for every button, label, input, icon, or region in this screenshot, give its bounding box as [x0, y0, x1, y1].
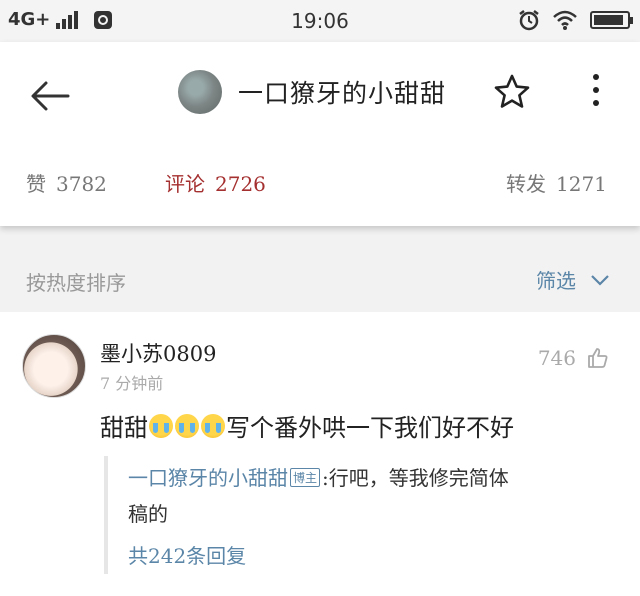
page-title[interactable]: 一口獠牙的小甜甜 [238, 74, 446, 110]
battery-level [594, 15, 623, 25]
filter-label: 筛选 [536, 269, 576, 293]
like-count: 746 [537, 346, 576, 370]
header: 一口獠牙的小甜甜 赞 3782 评论 2726 转发 1271 [0, 42, 640, 226]
back-arrow-icon[interactable] [28, 76, 72, 116]
status-right [518, 9, 633, 31]
battery-icon [590, 11, 633, 29]
chevron-down-icon [591, 274, 609, 286]
comment-body: 甜甜 写个番外哄一下我们好不好 [100, 408, 514, 443]
reply-preview[interactable]: 一口獠牙的小甜甜 博主:行吧，等我修完简体 稿的 共242条回复 [104, 456, 618, 574]
star-icon[interactable] [493, 73, 531, 111]
reply-line-1: 一口獠牙的小甜甜 博主:行吧，等我修完简体 [128, 462, 509, 491]
commenter-avatar[interactable] [22, 334, 86, 398]
stat-likes-label: 赞 [26, 172, 46, 196]
reply-author[interactable]: 一口獠牙的小甜甜 [128, 466, 288, 490]
commenter-name[interactable]: 墨小苏0809 [100, 338, 216, 368]
sort-bar: 按热度排序 筛选 [0, 249, 640, 311]
author-avatar[interactable] [178, 70, 222, 114]
crying-emoji-icon [175, 413, 199, 438]
stat-comments-label: 评论 [165, 172, 205, 196]
crying-emoji-icon [149, 413, 173, 438]
stat-likes[interactable]: 赞 3782 [26, 168, 107, 197]
stat-reposts[interactable]: 转发 1271 [506, 168, 607, 197]
stat-reposts-label: 转发 [506, 172, 546, 196]
wifi-icon [553, 10, 577, 30]
thumbs-up-icon [588, 348, 608, 368]
status-bar: 4G+ 19:06 [0, 0, 640, 42]
blogger-badge: 博主 [290, 468, 321, 487]
title-group[interactable]: 一口獠牙的小甜甜 [178, 70, 446, 114]
stat-likes-count: 3782 [56, 172, 107, 196]
alarm-icon [519, 10, 539, 31]
reply-text-1: :行吧，等我修完简体 [322, 466, 509, 490]
more-options-icon[interactable] [584, 74, 608, 114]
stats-bar: 赞 3782 评论 2726 转发 1271 [0, 168, 640, 202]
reply-count-link[interactable]: 共242条回复 [128, 540, 246, 569]
sort-order-label[interactable]: 按热度排序 [26, 267, 126, 296]
comment-text-before: 甜甜 [100, 414, 148, 442]
comment-time: 7 分钟前 [100, 374, 164, 393]
stat-comments[interactable]: 评论 2726 [165, 168, 266, 197]
crying-emoji-icon [201, 413, 225, 438]
stat-reposts-count: 1271 [556, 172, 607, 196]
comment-item: 墨小苏0809 7 分钟前 746 甜甜 写个番外哄一下我们好不好 一口獠牙的小… [0, 312, 640, 596]
comment-text-after: 写个番外哄一下我们好不好 [226, 414, 514, 442]
reply-line-2: 稿的 [128, 502, 168, 526]
like-button[interactable]: 746 [538, 346, 610, 370]
filter-button[interactable]: 筛选 [536, 265, 610, 294]
stat-comments-count: 2726 [215, 172, 266, 196]
